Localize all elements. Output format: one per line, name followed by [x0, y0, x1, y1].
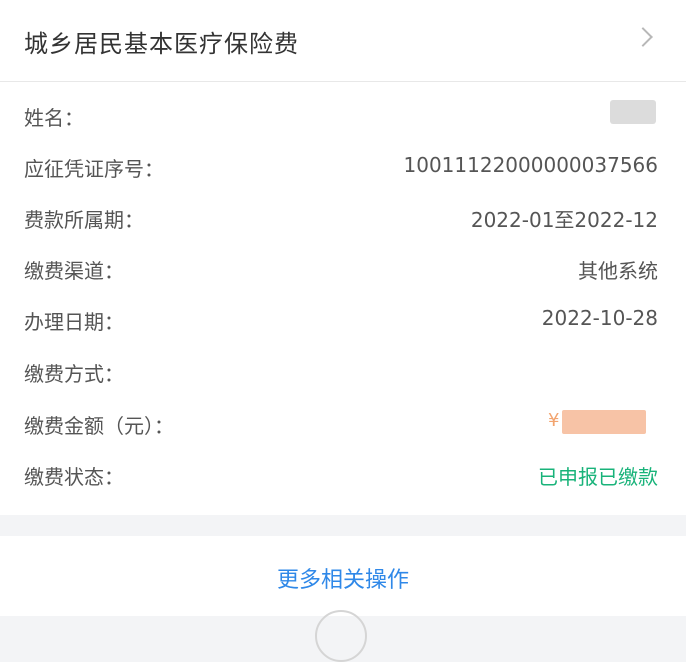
- field-row-period: 费款所属期： 2022-01至2022-12: [0, 192, 686, 244]
- field-value-period: 2022-01至2022-12: [470, 208, 658, 232]
- field-label-channel: 缴费渠道：: [24, 259, 124, 283]
- masked-amount: [562, 410, 646, 434]
- page-title: 城乡居民基本医疗保险费: [24, 30, 299, 58]
- field-row-process-date: 办理日期： 2022-10-28: [0, 294, 686, 346]
- chevron-right-icon[interactable]: [633, 27, 653, 47]
- footer-circle-icon[interactable]: [315, 610, 367, 662]
- field-label-payment-method: 缴费方式：: [24, 362, 124, 386]
- amount-value: ¥: [548, 408, 658, 436]
- header-row[interactable]: 城乡居民基本医疗保险费: [0, 0, 686, 82]
- field-label-name: 姓名：: [24, 106, 84, 130]
- field-row-status: 缴费状态： 已申报已缴款: [0, 449, 686, 501]
- field-label-amount: 缴费金额（元）：: [24, 414, 174, 438]
- field-row-certificate-number: 应征凭证序号： 10011122000000037566: [0, 141, 686, 193]
- field-row-payment-method: 缴费方式：: [0, 346, 686, 398]
- field-value-certificate-number: 10011122000000037566: [403, 153, 659, 177]
- masked-name-value: [610, 100, 656, 124]
- footer-actions: 更多相关操作: [0, 536, 686, 662]
- field-label-process-date: 办理日期：: [24, 310, 124, 334]
- field-row-channel: 缴费渠道： 其他系统: [0, 243, 686, 295]
- currency-symbol: ¥: [548, 410, 560, 431]
- field-label-status: 缴费状态：: [24, 465, 124, 489]
- more-actions-link[interactable]: 更多相关操作: [0, 562, 686, 594]
- payment-detail-card: 城乡居民基本医疗保险费 姓名： 应征凭证序号： 1001112200000003…: [0, 0, 686, 515]
- field-label-period: 费款所属期：: [24, 208, 144, 232]
- field-value-process-date: 2022-10-28: [541, 306, 658, 330]
- status-badge: 已申报已缴款: [538, 465, 658, 489]
- field-value-channel: 其他系统: [578, 259, 658, 283]
- field-row-name: 姓名：: [0, 90, 686, 142]
- field-label-certificate-number: 应征凭证序号：: [24, 157, 164, 181]
